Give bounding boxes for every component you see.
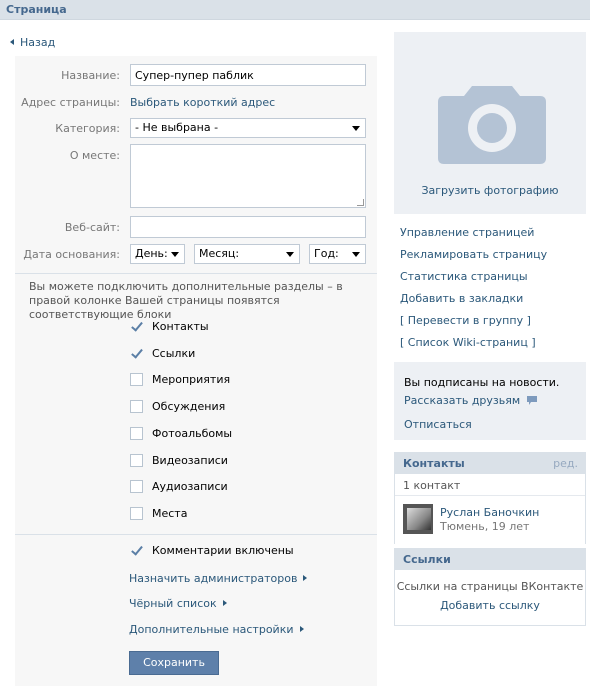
section-label: Места xyxy=(152,506,188,520)
chevron-right-icon xyxy=(303,575,308,581)
tell-friends-label: Рассказать друзьям xyxy=(404,394,521,407)
speech-bubble-icon xyxy=(526,396,537,405)
links-body: Ссылки на страницы ВКонтакте Добавить сс… xyxy=(394,570,586,626)
menu-item[interactable]: Добавить в закладки xyxy=(400,292,523,305)
contacts-title: Контакты xyxy=(403,457,465,470)
photo-placeholder[interactable]: Загрузить фотографию xyxy=(394,32,586,214)
section-label: Фотоальбомы xyxy=(152,426,233,440)
assign-admins-label: Назначить администраторов xyxy=(129,572,298,585)
contacts-body: 1 контакт Руслан Баночкин Тюмень, 19 лет xyxy=(394,474,586,544)
section-label: Мероприятия xyxy=(152,373,231,387)
choose-address-link[interactable]: Выбрать короткий адрес xyxy=(130,96,275,109)
year-select[interactable]: Год: xyxy=(309,244,366,264)
menu-item[interactable]: [ Список Wiki-страниц ] xyxy=(400,336,536,349)
year-value: Год: xyxy=(314,247,339,260)
comments-label: Комментарии включены xyxy=(152,544,294,557)
divider xyxy=(15,273,377,274)
advanced-settings-link[interactable]: Дополнительные настройки xyxy=(129,623,304,636)
section-label: Аудиозаписи xyxy=(152,480,228,494)
about-textarea[interactable] xyxy=(130,144,366,208)
contact-info: Тюмень, 19 лет xyxy=(440,520,530,533)
menu-item[interactable]: Статистика страницы xyxy=(400,270,528,283)
chevron-down-icon xyxy=(352,252,360,257)
day-value: День: xyxy=(135,247,168,260)
divider xyxy=(395,495,585,496)
month-select[interactable]: Месяц: xyxy=(194,244,300,264)
name-label: Название: xyxy=(61,69,120,82)
section-checkbox[interactable] xyxy=(130,320,143,333)
divider xyxy=(15,534,377,535)
avatar[interactable] xyxy=(403,504,433,534)
assign-admins-link[interactable]: Назначить администраторов xyxy=(129,572,308,585)
chevron-right-icon xyxy=(222,600,227,606)
website-input[interactable] xyxy=(130,216,366,238)
page-title: Страница xyxy=(6,3,67,16)
section-checkbox[interactable] xyxy=(130,506,143,520)
menu-item[interactable]: [ Перевести в группу ] xyxy=(400,314,531,327)
day-select[interactable]: День: xyxy=(130,244,185,264)
top-bar: Страница xyxy=(0,0,590,20)
advanced-settings-label: Дополнительные настройки xyxy=(129,623,294,636)
menu-item[interactable]: Рекламировать страницу xyxy=(400,248,547,261)
links-header: Ссылки xyxy=(394,548,586,570)
upload-photo-link[interactable]: Загрузить фотографию xyxy=(394,184,586,197)
contact-name-link[interactable]: Руслан Баночкин xyxy=(440,506,539,519)
add-link-button[interactable]: Добавить ссылку xyxy=(395,599,585,612)
unsubscribe-link[interactable]: Отписаться xyxy=(404,418,472,431)
chevron-right-icon xyxy=(299,626,304,632)
founded-label: Дата основания: xyxy=(23,248,120,261)
section-label: Обсуждения xyxy=(152,400,226,414)
links-text: Ссылки на страницы ВКонтакте xyxy=(396,580,584,593)
comments-checkbox[interactable] xyxy=(130,544,143,557)
menu-item[interactable]: Управление страницей xyxy=(400,226,534,239)
section-label: Контакты xyxy=(152,320,209,333)
links-title: Ссылки xyxy=(403,553,451,566)
resize-handle[interactable] xyxy=(357,199,364,206)
website-label: Веб-сайт: xyxy=(64,221,120,234)
section-checkbox[interactable] xyxy=(130,347,143,360)
back-link[interactable]: Назад xyxy=(10,36,55,49)
chevron-down-icon xyxy=(286,252,294,257)
tell-friends-link[interactable]: Рассказать друзьям xyxy=(404,394,537,407)
contacts-count: 1 контакт xyxy=(403,479,461,492)
save-button[interactable]: Сохранить xyxy=(129,651,219,675)
section-checkbox[interactable] xyxy=(130,426,143,440)
blacklist-label: Чёрный список xyxy=(129,597,217,610)
contacts-header: Контакты ред. xyxy=(394,452,586,474)
camera-icon xyxy=(438,86,546,164)
contacts-edit-link[interactable]: ред. xyxy=(553,457,578,470)
about-label: О месте: xyxy=(69,149,120,162)
section-checkbox[interactable] xyxy=(130,373,143,387)
section-checkbox[interactable] xyxy=(130,400,143,414)
name-input[interactable] xyxy=(130,64,366,86)
address-label: Адрес страницы: xyxy=(21,96,120,109)
category-select[interactable]: - Не выбрана - xyxy=(130,118,366,138)
section-checkbox[interactable] xyxy=(130,453,143,467)
chevron-left-icon xyxy=(10,39,14,45)
section-label: Видеозаписи xyxy=(152,453,228,467)
avatar-image xyxy=(407,508,431,530)
blacklist-link[interactable]: Чёрный список xyxy=(129,597,227,610)
section-checkbox[interactable] xyxy=(130,480,143,494)
chevron-down-icon xyxy=(352,126,360,131)
month-value: Месяц: xyxy=(199,247,240,260)
sections-info: Вы можете подключить дополнительные разд… xyxy=(29,280,343,321)
category-value: - Не выбрана - xyxy=(135,121,219,134)
section-label: Ссылки xyxy=(152,346,196,360)
category-label: Категория: xyxy=(55,122,120,135)
subscription-box: Вы подписаны на новости. Рассказать друз… xyxy=(394,362,586,440)
chevron-down-icon xyxy=(171,252,179,257)
subscribed-text: Вы подписаны на новости. xyxy=(404,376,560,389)
edit-form: Название: Адрес страницы: Выбрать коротк… xyxy=(15,56,377,686)
back-label: Назад xyxy=(20,36,56,49)
